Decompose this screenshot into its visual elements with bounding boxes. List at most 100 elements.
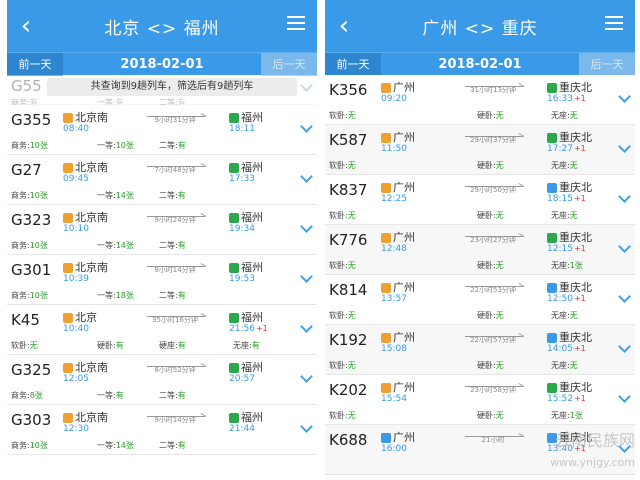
depart-time: 10:40 — [63, 324, 89, 334]
train-row[interactable]: K587 广州 11:50 29小时37分钟 重庆北 17:27+1 软卧:无 硬卧:无 无座:… — [325, 125, 635, 175]
train-row[interactable]: K837 广州 12:25 29小时50分钟 重庆北 18:15+1 软卧:无 硬卧:无 无座:… — [325, 175, 635, 225]
train-row[interactable]: G323 北京南 10:10 9小时24分钟 福州 19:34 商务:10张 一等:14张 二等… — [7, 205, 317, 255]
arrive-time: 14:05+1 — [547, 344, 586, 354]
train-row[interactable]: K202 广州 15:54 23小时58分钟 重庆北 15:52+1 软卧:无 硬卧:无 无座:… — [325, 375, 635, 425]
train-row[interactable]: G301 北京南 10:39 9小时14分钟 福州 19:53 商务:10张 一等:18张 二等… — [7, 255, 317, 305]
depart-station: 北京南 — [75, 111, 108, 124]
arrive-station: 福州 — [241, 411, 263, 424]
train-row[interactable]: K192 广州 15:08 22小时57分钟 重庆北 14:05+1 软卧:无 硬卧:无 无座:… — [325, 325, 635, 375]
prev-day-button[interactable]: 前一天 — [7, 53, 63, 76]
train-row[interactable]: K814 广州 13:57 22小时53分钟 重庆北 12:50+1 软卧:无 硬卧:无 无座:… — [325, 275, 635, 325]
seat-info: 硬卧:无 — [477, 361, 504, 370]
arrive-station-icon — [229, 113, 239, 123]
seat-info: 一等:14张 — [97, 441, 134, 450]
seat-info: 硬卧:无 — [477, 211, 504, 220]
seat-info: 二等:有 — [159, 441, 186, 450]
seat-info: 无座:无 — [551, 111, 578, 120]
train-code: K688 — [329, 431, 368, 449]
seat-info: 软卧:无 — [329, 361, 356, 370]
date-bar: 前一天 2018-02-01 后一天 — [7, 52, 317, 76]
arrive-station: 重庆北 — [559, 81, 592, 94]
depart-station-icon — [381, 133, 391, 143]
result-banner: 共查询到9趟列车，筛选后有9趟列车 — [47, 78, 297, 96]
chevron-down-icon[interactable] — [618, 140, 631, 153]
arrive-station-icon — [547, 133, 557, 143]
route-title: 北京 <> 福州 — [104, 18, 220, 39]
arrive-station: 重庆北 — [559, 131, 592, 144]
seat-info: 硬卧:无 — [477, 261, 504, 270]
menu-icon[interactable] — [287, 16, 305, 34]
depart-time: 12:48 — [381, 244, 407, 254]
arrive-station: 福州 — [241, 211, 263, 224]
train-code: G355 — [11, 111, 52, 129]
seat-info: 商务:10张 — [11, 441, 48, 450]
chevron-down-icon[interactable] — [300, 420, 313, 433]
depart-station: 广州 — [393, 281, 415, 294]
depart-time: 11:50 — [381, 144, 407, 154]
seat-info: 硬卧:有 — [97, 341, 124, 350]
arrive-time: 20:57 — [229, 374, 255, 384]
seat-info: 硬卧:无 — [477, 411, 504, 420]
chevron-down-icon[interactable] — [300, 320, 313, 333]
depart-time: 12:30 — [63, 424, 89, 434]
next-day-button[interactable]: 后一天 — [579, 53, 635, 76]
nav-bar: ‹ 广州 <> 重庆 — [325, 0, 635, 52]
train-row[interactable]: G325 北京南 12:05 8小时52分钟 福州 20:57 商务:8张 一等:有 二等:有 — [7, 355, 317, 405]
depart-station-icon — [381, 383, 391, 393]
train-row[interactable]: G355 北京南 08:40 9小时31分钟 福州 18:11 商务:10张 一等:10张 二等… — [7, 105, 317, 155]
arrive-station: 福州 — [241, 161, 263, 174]
depart-time: 12:05 — [63, 374, 89, 384]
left-phone-screen: ‹ 北京 <> 福州 前一天 2018-02-01 后一天 共查询到9趟列车，筛… — [7, 0, 317, 480]
chevron-down-icon[interactable] — [300, 79, 313, 92]
depart-time: 15:54 — [381, 394, 407, 404]
back-icon[interactable]: ‹ — [333, 8, 355, 44]
watermark: 云南民族网 www.ynjgy.com — [550, 431, 635, 469]
depart-station-icon — [381, 233, 391, 243]
chevron-down-icon[interactable] — [300, 220, 313, 233]
chevron-down-icon[interactable] — [618, 390, 631, 403]
duration: 9小时24分钟 — [154, 216, 196, 224]
seat-info: 无座:无 — [551, 311, 578, 320]
arrive-station: 重庆北 — [559, 281, 592, 294]
seat-info: 无座:1张 — [551, 411, 583, 420]
chevron-down-icon[interactable] — [618, 90, 631, 103]
duration: 29小时50分钟 — [470, 186, 516, 194]
train-row[interactable]: G303 北京南 12:30 9小时14分钟 福州 21:44 商务:10张 一等:14张 二等… — [7, 405, 317, 455]
route-title: 广州 <> 重庆 — [422, 18, 538, 39]
depart-station: 广州 — [393, 231, 415, 244]
depart-station: 广州 — [393, 331, 415, 344]
chevron-down-icon[interactable] — [300, 120, 313, 133]
train-row[interactable]: K356 广州 09:20 31小时13分钟 重庆北 16:33+1 软卧:无 硬卧:无 无座:… — [325, 75, 635, 125]
depart-station-icon — [63, 163, 73, 173]
train-code: K192 — [329, 331, 368, 349]
menu-icon[interactable] — [605, 16, 623, 34]
seat-info: 一等:10张 — [97, 141, 134, 150]
depart-station: 广州 — [393, 381, 415, 394]
arrive-station: 重庆北 — [559, 381, 592, 394]
seat-info: 软卧:无 — [329, 111, 356, 120]
seat-info: 硬卧:无 — [477, 111, 504, 120]
chevron-down-icon[interactable] — [300, 270, 313, 283]
back-icon[interactable]: ‹ — [15, 8, 37, 44]
depart-station-icon — [381, 433, 391, 443]
prev-day-button[interactable]: 前一天 — [325, 53, 381, 76]
chevron-down-icon[interactable] — [300, 170, 313, 183]
right-phone-screen: ‹ 广州 <> 重庆 前一天 2018-02-01 后一天 K356 广州 09:2… — [325, 0, 635, 480]
seat-info: 硬座:有 — [159, 341, 186, 350]
chevron-down-icon[interactable] — [618, 190, 631, 203]
arrive-time: 18:11 — [229, 124, 255, 134]
chevron-down-icon[interactable] — [618, 340, 631, 353]
seat-info: 一等:14张 — [97, 191, 134, 200]
seat-info: 二等:有 — [159, 191, 186, 200]
seat-info: 软卧:无 — [329, 211, 356, 220]
train-code: K202 — [329, 381, 368, 399]
train-row[interactable]: K45 北京 10:40 35小时16分钟 福州 21:56+1 软卧:无 硬卧:有 硬座:有 无… — [7, 305, 317, 355]
chevron-down-icon[interactable] — [618, 290, 631, 303]
chevron-down-icon[interactable] — [300, 370, 313, 383]
train-row[interactable]: K776 广州 12:48 23小时27分钟 重庆北 12:15+1 软卧:无 硬卧:无 无座:… — [325, 225, 635, 275]
train-row[interactable]: G27 北京南 09:45 7小时48分钟 福州 17:33 商务:10张 一等:14张 二等:… — [7, 155, 317, 205]
next-day-button[interactable]: 后一天 — [261, 53, 317, 76]
train-code: K814 — [329, 281, 368, 299]
chevron-down-icon[interactable] — [618, 240, 631, 253]
duration: 9小时31分钟 — [154, 116, 196, 124]
